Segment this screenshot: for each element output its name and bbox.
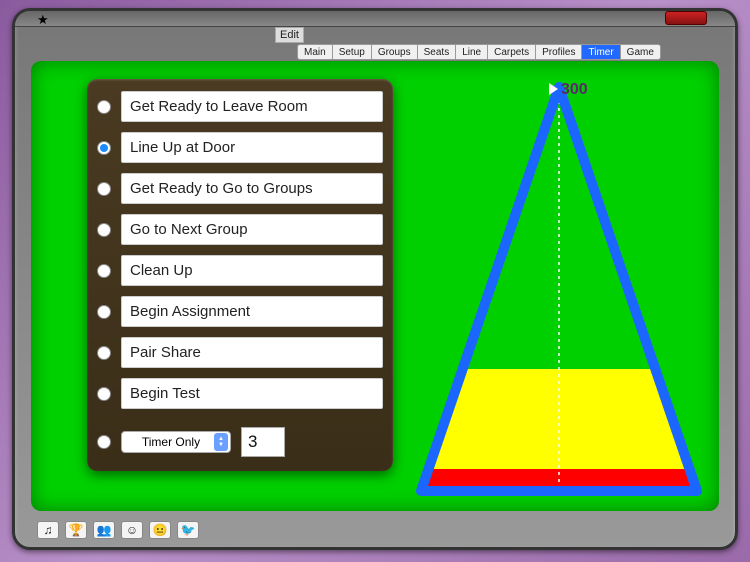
radio-timer-only[interactable] — [97, 435, 111, 449]
mode-select[interactable]: Timer Only ▲▼ — [121, 431, 231, 453]
activity-label[interactable]: Get Ready to Leave Room — [121, 91, 383, 122]
activity-label[interactable]: Pair Share — [121, 337, 383, 368]
main-screen: Get Ready to Leave Room Line Up at Door Ge… — [31, 61, 719, 511]
device-frame: ★ Edit MainSetupGroupsSeatsLineCarpetsPr… — [12, 8, 738, 550]
play-marker-icon[interactable] — [549, 83, 558, 95]
activity-label[interactable]: Begin Test — [121, 378, 383, 409]
tab-main[interactable]: Main — [297, 44, 333, 60]
tab-seats[interactable]: Seats — [418, 44, 457, 60]
star-icon[interactable]: ★ — [37, 12, 49, 28]
bird-icon[interactable]: 🐦 — [177, 521, 199, 539]
activity-radio[interactable] — [97, 100, 111, 114]
activity-radio[interactable] — [97, 387, 111, 401]
tab-bar: MainSetupGroupsSeatsLineCarpetsProfilesT… — [297, 44, 661, 60]
activity-row: Begin Test — [97, 378, 383, 409]
number-input[interactable]: 3 — [241, 427, 285, 457]
select-arrows-icon: ▲▼ — [214, 433, 228, 451]
activity-row: Begin Assignment — [97, 296, 383, 327]
activity-row: Get Ready to Leave Room — [97, 91, 383, 122]
activity-radio[interactable] — [97, 223, 111, 237]
activity-row: Clean Up — [97, 255, 383, 286]
activity-row: Get Ready to Go to Groups — [97, 173, 383, 204]
activity-list-panel: Get Ready to Leave Room Line Up at Door Ge… — [87, 79, 393, 471]
trophy-icon[interactable]: 🏆 — [65, 521, 87, 539]
smile-icon[interactable]: ☺ — [121, 521, 143, 539]
edit-menu[interactable]: Edit — [275, 27, 304, 43]
activity-row: Line Up at Door — [97, 132, 383, 163]
activity-label[interactable]: Begin Assignment — [121, 296, 383, 327]
power-indicator[interactable] — [665, 11, 707, 25]
activity-label[interactable]: Clean Up — [121, 255, 383, 286]
activity-radio[interactable] — [97, 264, 111, 278]
activity-radio[interactable] — [97, 141, 111, 155]
countdown-triangle: 300 — [413, 79, 705, 499]
tab-game[interactable]: Game — [621, 44, 661, 60]
timer-seconds-label: 300 — [561, 81, 588, 99]
activity-radio[interactable] — [97, 346, 111, 360]
top-chrome-bar: ★ — [15, 11, 735, 27]
bottom-toolbar: ♫ 🏆 👥 ☺ 😐 🐦 — [31, 517, 719, 543]
triangle-svg — [413, 79, 705, 499]
activity-label[interactable]: Get Ready to Go to Groups — [121, 173, 383, 204]
mode-select-label: Timer Only — [142, 435, 200, 449]
tab-setup[interactable]: Setup — [333, 44, 372, 60]
tab-line[interactable]: Line — [456, 44, 488, 60]
timer-mode-row: Timer Only ▲▼ 3 — [97, 427, 383, 457]
neutral-icon[interactable]: 😐 — [149, 521, 171, 539]
tab-timer[interactable]: Timer — [582, 44, 620, 60]
tab-groups[interactable]: Groups — [372, 44, 418, 60]
activity-row: Go to Next Group — [97, 214, 383, 245]
tab-carpets[interactable]: Carpets — [488, 44, 536, 60]
music-icon[interactable]: ♫ — [37, 521, 59, 539]
activity-radio[interactable] — [97, 182, 111, 196]
activity-radio[interactable] — [97, 305, 111, 319]
activity-label[interactable]: Line Up at Door — [121, 132, 383, 163]
activity-row: Pair Share — [97, 337, 383, 368]
group-icon[interactable]: 👥 — [93, 521, 115, 539]
activity-label[interactable]: Go to Next Group — [121, 214, 383, 245]
tab-profiles[interactable]: Profiles — [536, 44, 582, 60]
